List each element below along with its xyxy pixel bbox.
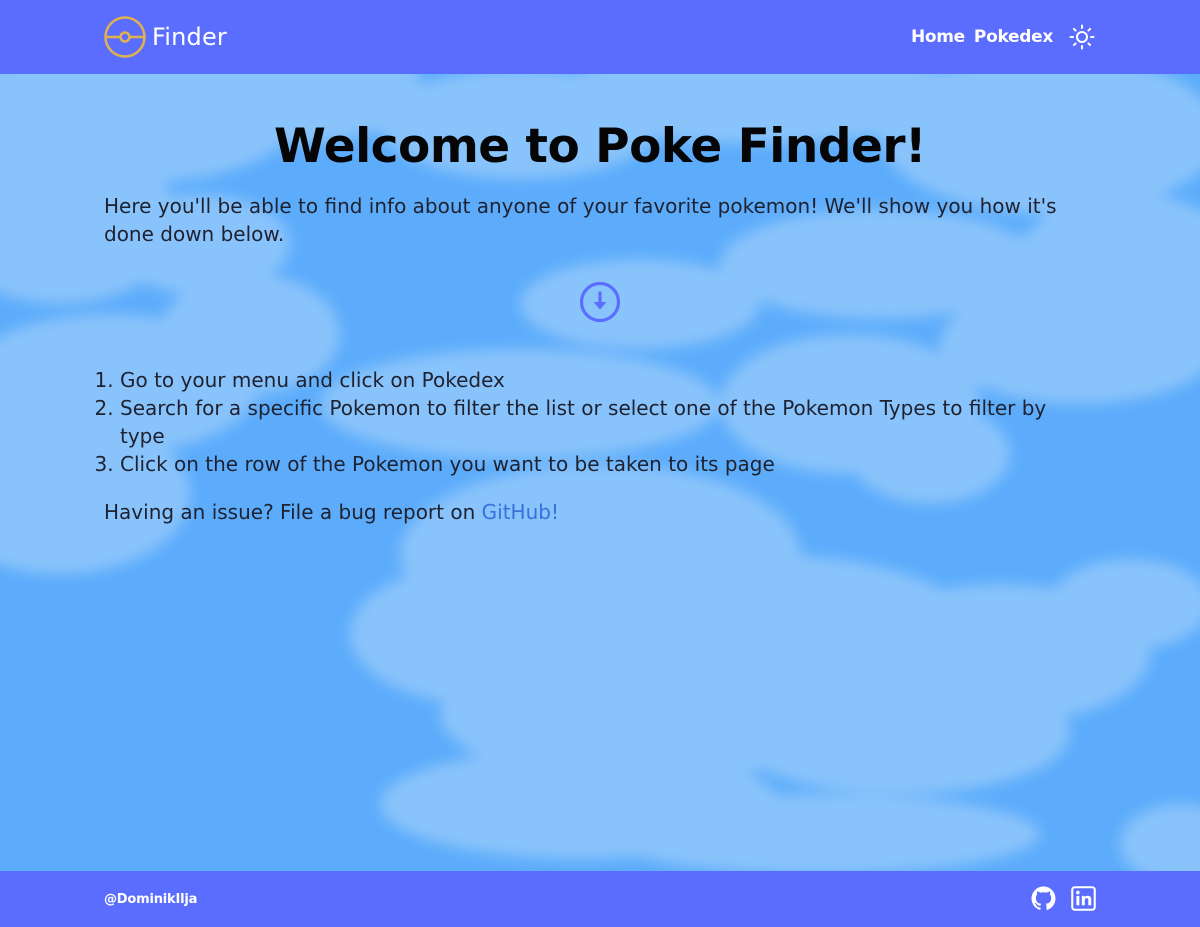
- author-handle: @DominikIlja: [104, 892, 198, 907]
- issue-text: Having an issue? File a bug report on: [104, 500, 482, 524]
- brand-name: Finder: [152, 23, 228, 51]
- footer: @DominikIlja: [0, 871, 1200, 927]
- social-links: [1016, 886, 1096, 911]
- linkedin-icon[interactable]: [1071, 886, 1096, 911]
- page-title: Welcome to Poke Finder!: [274, 119, 926, 174]
- nav-home-link[interactable]: Home: [911, 27, 965, 47]
- github-issue-link[interactable]: GitHub!: [482, 500, 559, 524]
- pokeball-logo-icon: [104, 16, 146, 58]
- header: Finder Home Pokedex: [0, 0, 1200, 74]
- main-nav: Home Pokedex: [911, 19, 1096, 55]
- list-item: Click on the row of the Pokemon you want…: [120, 450, 1096, 478]
- github-icon[interactable]: [1031, 886, 1056, 911]
- issue-paragraph: Having an issue? File a bug report on Gi…: [104, 498, 1096, 526]
- instructions-list: Go to your menu and click on Pokedex Sea…: [104, 366, 1096, 478]
- sun-icon: [1069, 24, 1095, 50]
- main-content: Welcome to Poke Finder! Here you'll be a…: [104, 74, 1096, 526]
- nav-pokedex-link[interactable]: Pokedex: [974, 27, 1053, 47]
- arrow-down-circle-icon[interactable]: [579, 281, 621, 323]
- intro-text: Here you'll be able to find info about a…: [104, 194, 1057, 246]
- brand-link[interactable]: Finder: [104, 16, 227, 58]
- list-item: Go to your menu and click on Pokedex: [120, 366, 1096, 394]
- list-item: Search for a specific Pokemon to filter …: [120, 394, 1096, 450]
- theme-toggle-button[interactable]: [1068, 23, 1096, 51]
